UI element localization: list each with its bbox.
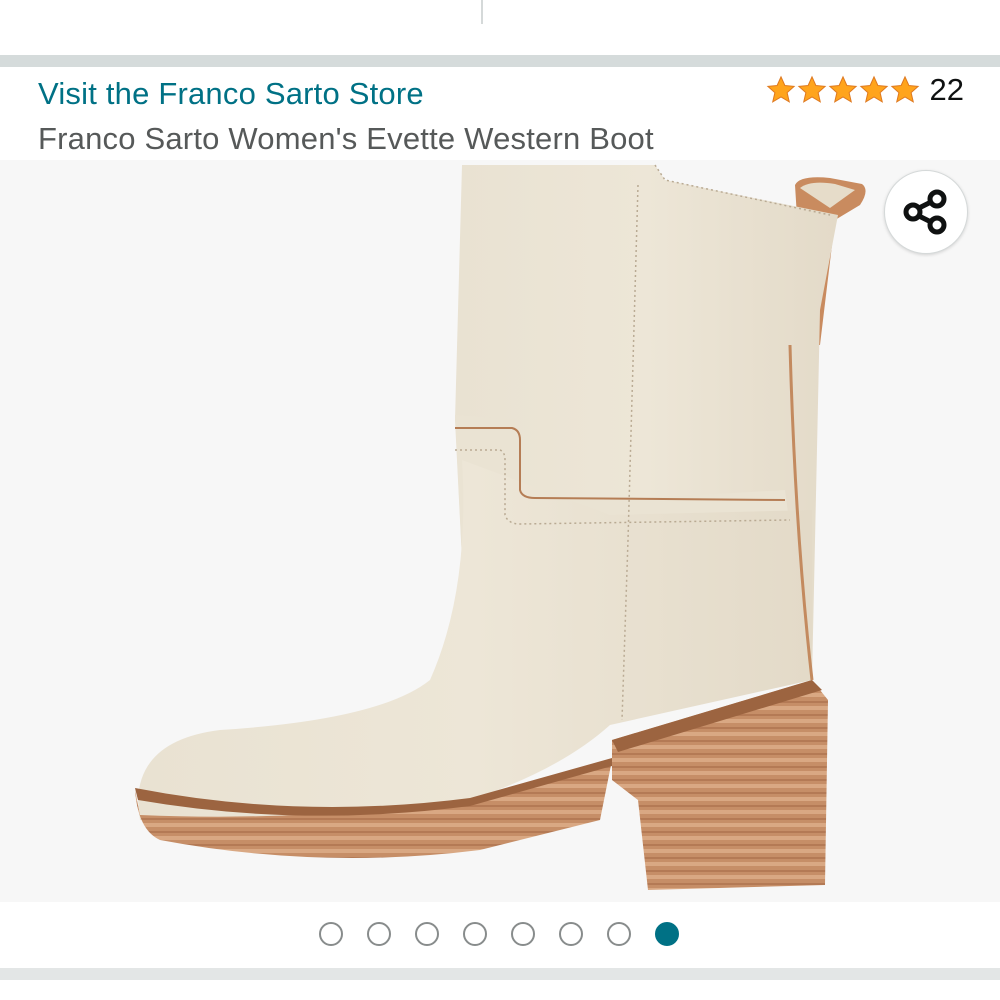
share-button[interactable] <box>884 170 968 254</box>
star-icon <box>828 75 857 103</box>
rating-count[interactable]: 22 <box>930 72 964 108</box>
pagination-dot-active[interactable] <box>655 922 679 946</box>
share-icon <box>903 189 947 235</box>
pagination-dot[interactable] <box>463 922 487 946</box>
star-icon <box>859 75 888 103</box>
product-title: Franco Sarto Women's Evette Western Boot <box>38 121 654 156</box>
section-divider <box>0 968 1000 980</box>
pagination-dot[interactable] <box>319 922 343 946</box>
star-icon <box>797 75 826 103</box>
product-image-gallery[interactable] <box>0 160 1000 902</box>
pagination-dot[interactable] <box>559 922 583 946</box>
image-pagination <box>319 922 679 946</box>
store-link[interactable]: Visit the Franco Sarto Store <box>38 76 424 112</box>
pagination-dot[interactable] <box>511 922 535 946</box>
star-rating <box>766 75 920 105</box>
pagination-dot[interactable] <box>415 922 439 946</box>
pagination-dot[interactable] <box>367 922 391 946</box>
top-divider <box>481 0 483 24</box>
rating-summary[interactable]: 22 <box>766 72 964 108</box>
product-image <box>135 164 866 890</box>
section-divider <box>0 55 1000 67</box>
pagination-dot[interactable] <box>607 922 631 946</box>
star-icon <box>766 75 795 103</box>
star-icon <box>890 75 919 103</box>
